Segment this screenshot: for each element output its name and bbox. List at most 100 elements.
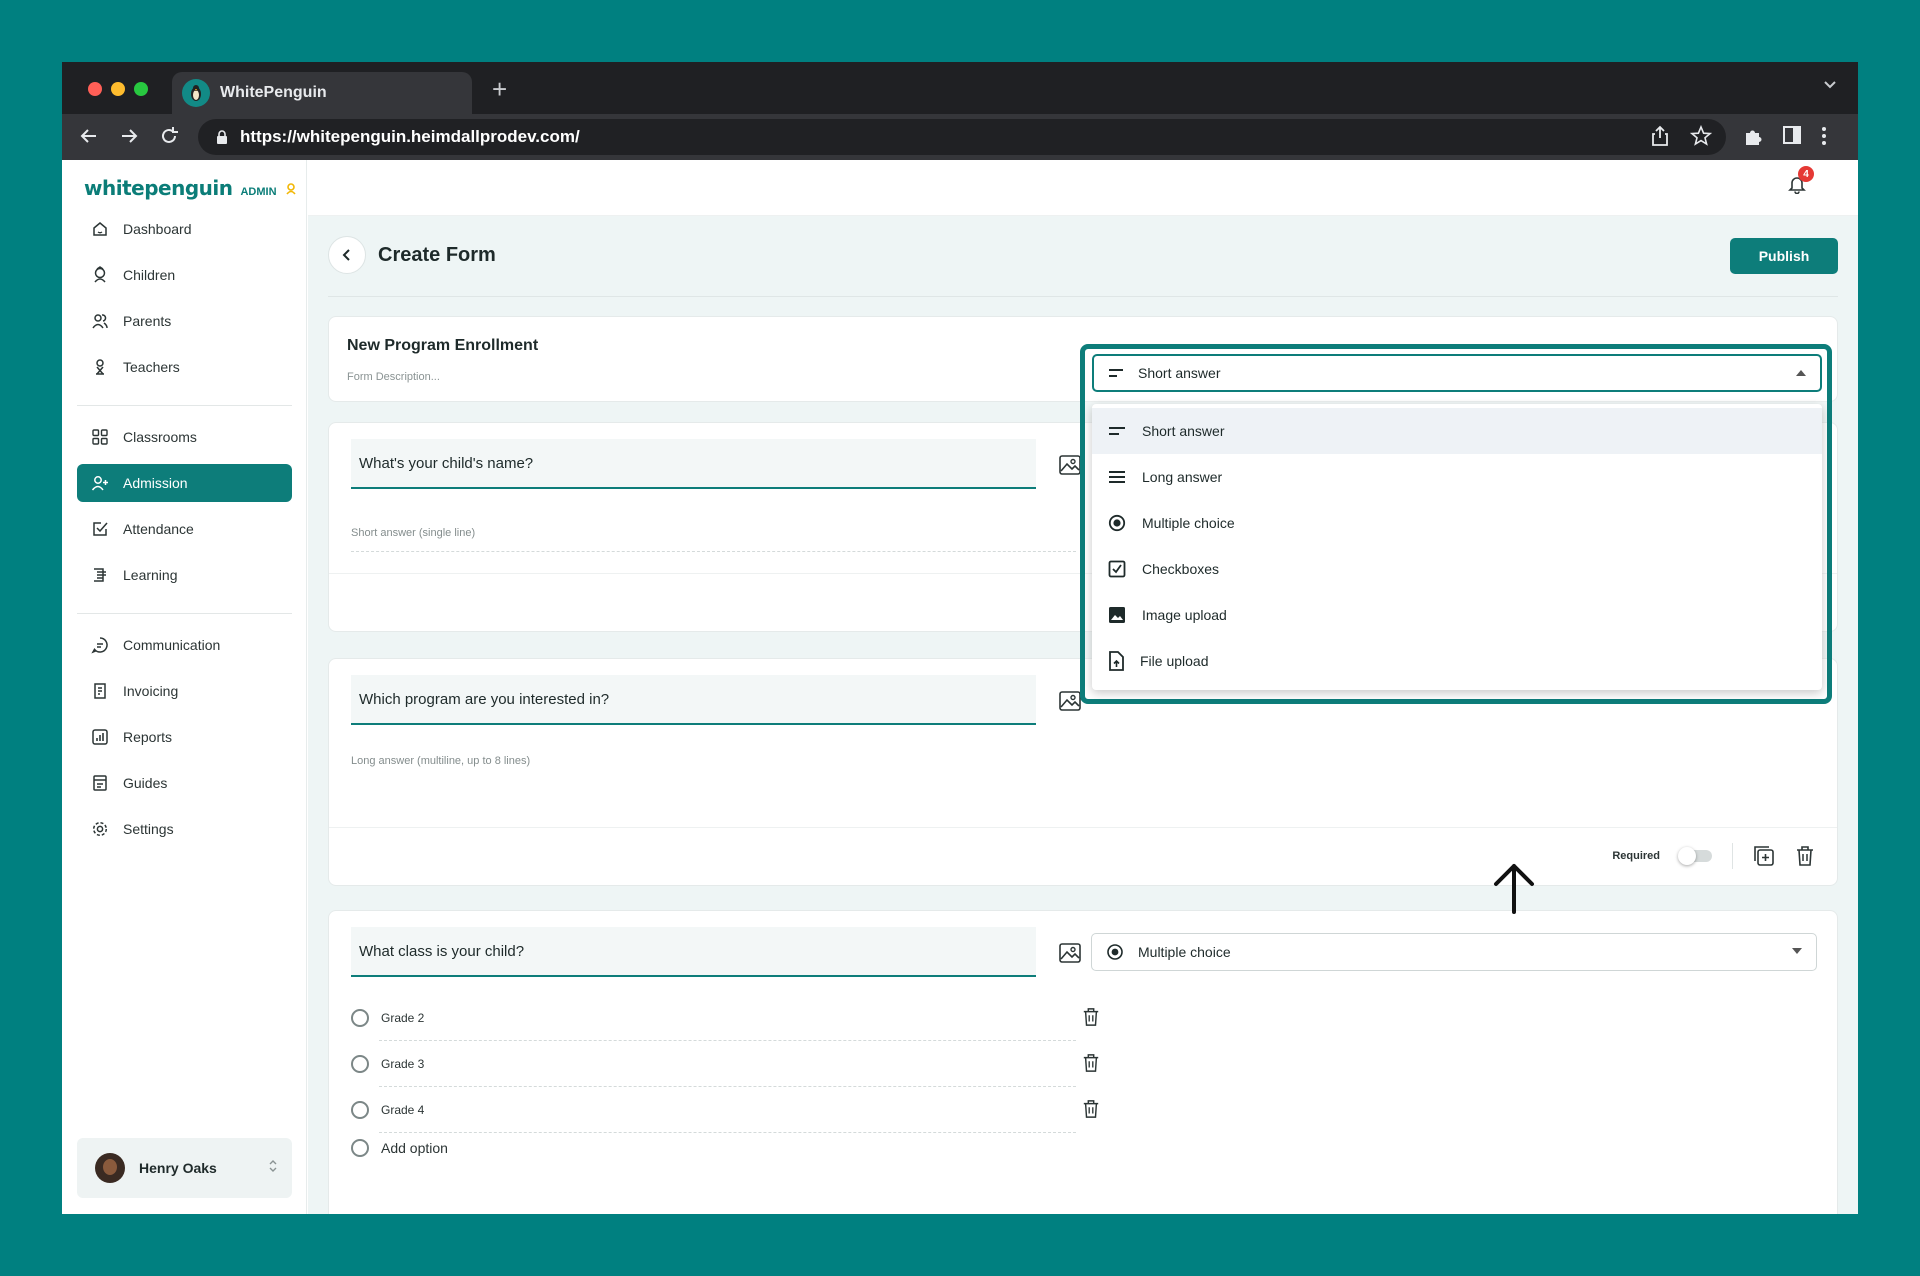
form-title[interactable]: New Program Enrollment [347,337,538,355]
address-bar[interactable]: https://whitepenguin.heimdallprodev.com/ [198,119,1726,155]
menu-item-label: Checkboxes [1142,561,1220,577]
maximize-window-button[interactable] [134,82,148,96]
question-type-select[interactable]: Multiple choice [1091,933,1817,971]
crown-icon [285,183,296,195]
notification-badge: 4 [1798,166,1814,182]
user-profile-card[interactable]: Henry Oaks [77,1138,292,1198]
sidebar-item-teachers[interactable]: Teachers [77,348,292,386]
sidebar-item-label: Reports [123,729,173,745]
side-panel-icon[interactable] [1782,125,1802,150]
sidebar-item-invoicing[interactable]: Invoicing [77,672,292,710]
sidebar-item-admission[interactable]: Admission [77,464,292,502]
question-type-value: Multiple choice [1138,944,1231,960]
forward-arrow-icon[interactable] [118,125,140,152]
sidebar-item-children[interactable]: Children [77,256,292,294]
option-label[interactable]: Grade 3 [381,1057,424,1071]
question-text-input[interactable]: Which program are you interested in? [351,675,1036,725]
sidebar-item-label: Settings [123,821,174,837]
page-title: Create Form [378,244,496,266]
add-option-label[interactable]: Add option [381,1140,448,1156]
sidebar: whitepenguin ADMIN Dashboard Children Pa… [62,160,307,1214]
browser-toolbar: https://whitepenguin.heimdallprodev.com/ [62,114,1858,160]
duplicate-icon[interactable] [1753,845,1775,867]
sidebar-item-classrooms[interactable]: Classrooms [77,418,292,456]
sidebar-item-parents[interactable]: Parents [77,302,292,340]
menu-item-long-answer[interactable]: Long answer [1092,454,1822,500]
reload-icon[interactable] [158,125,180,152]
url-text: https://whitepenguin.heimdallprodev.com/ [240,127,580,146]
sidebar-divider [77,405,292,406]
tab-list-chevron-icon[interactable] [1822,76,1838,97]
form-description-field[interactable]: Form Description... [347,371,440,383]
brand-logo[interactable]: whitepenguin ADMIN [84,176,297,200]
trash-icon[interactable] [1082,1053,1100,1073]
sidebar-item-communication[interactable]: Communication [77,626,292,664]
minimize-window-button[interactable] [111,82,125,96]
back-button[interactable] [328,236,366,274]
radio-icon [1108,514,1126,532]
browser-tab[interactable]: WhitePenguin [172,72,472,114]
user-plus-icon [91,476,108,491]
menu-item-checkboxes[interactable]: Checkboxes [1092,546,1822,592]
option-row: Grade 3 [351,1041,1099,1087]
radio-button[interactable] [351,1101,369,1119]
menu-item-label: Long answer [1142,469,1223,485]
extensions-puzzle-icon[interactable] [1742,125,1764,152]
question-type-value: Short answer [1138,365,1221,381]
menu-item-short-answer[interactable]: Short answer [1092,408,1822,454]
radio-button[interactable] [351,1055,369,1073]
footer-divider [1732,843,1733,869]
required-toggle[interactable] [1678,847,1712,865]
sidebar-item-settings[interactable]: Settings [77,810,292,848]
new-tab-plus-icon[interactable]: + [492,74,507,105]
radio-icon [1107,944,1123,960]
browser-menu-icon[interactable] [1820,125,1828,152]
publish-button[interactable]: Publish [1730,238,1838,274]
question-text-input[interactable]: What class is your child? [351,927,1036,977]
sidebar-item-dashboard[interactable]: Dashboard [77,210,292,248]
window-controls [88,82,148,96]
sidebar-item-reports[interactable]: Reports [77,718,292,756]
trash-icon[interactable] [1082,1007,1100,1027]
menu-item-image-upload[interactable]: Image upload [1092,592,1822,638]
question-footer: Required [1612,843,1815,869]
close-window-button[interactable] [88,82,102,96]
sidebar-item-label: Guides [123,775,168,791]
option-label[interactable]: Grade 2 [381,1011,424,1025]
invoice-icon [94,683,106,699]
chevron-updown-icon [269,1160,277,1172]
question-text-input[interactable]: What's your child's name? [351,439,1036,489]
back-arrow-icon[interactable] [78,125,100,152]
add-image-icon[interactable] [1059,691,1081,711]
menu-item-file-upload[interactable]: File upload [1092,638,1822,684]
menu-item-label: Multiple choice [1142,515,1235,531]
add-image-icon[interactable] [1059,943,1081,963]
admin-badge: ADMIN [240,186,277,198]
question-card: What class is your child? Multiple choic… [328,910,1838,1214]
trash-icon[interactable] [1795,845,1815,867]
card-divider [329,827,1837,828]
sidebar-item-learning[interactable]: Learning [77,556,292,594]
add-image-icon[interactable] [1059,455,1081,475]
sidebar-item-label: Communication [123,637,221,653]
chat-icon [91,637,108,654]
radio-button[interactable] [351,1009,369,1027]
sidebar-item-label: Parents [123,313,172,329]
option-label[interactable]: Grade 4 [381,1103,424,1117]
answer-hint: Long answer (multiline, up to 8 lines) [351,755,531,767]
menu-item-label: Short answer [1142,423,1225,439]
sidebar-item-label: Learning [123,567,178,583]
bookmark-star-icon[interactable] [1689,124,1713,152]
add-option-row[interactable]: Add option [351,1125,1076,1171]
question-type-select[interactable]: Short answer [1092,354,1822,392]
menu-item-label: File upload [1140,653,1209,669]
sidebar-item-label: Admission [123,475,188,491]
trash-icon[interactable] [1082,1099,1100,1119]
sidebar-item-attendance[interactable]: Attendance [77,510,292,548]
share-icon[interactable] [1650,125,1670,152]
long-answer-icon [1109,471,1125,483]
menu-item-multiple-choice[interactable]: Multiple choice [1092,500,1822,546]
grid-icon [92,429,108,445]
sidebar-item-label: Classrooms [123,429,197,445]
sidebar-item-guides[interactable]: Guides [77,764,292,802]
